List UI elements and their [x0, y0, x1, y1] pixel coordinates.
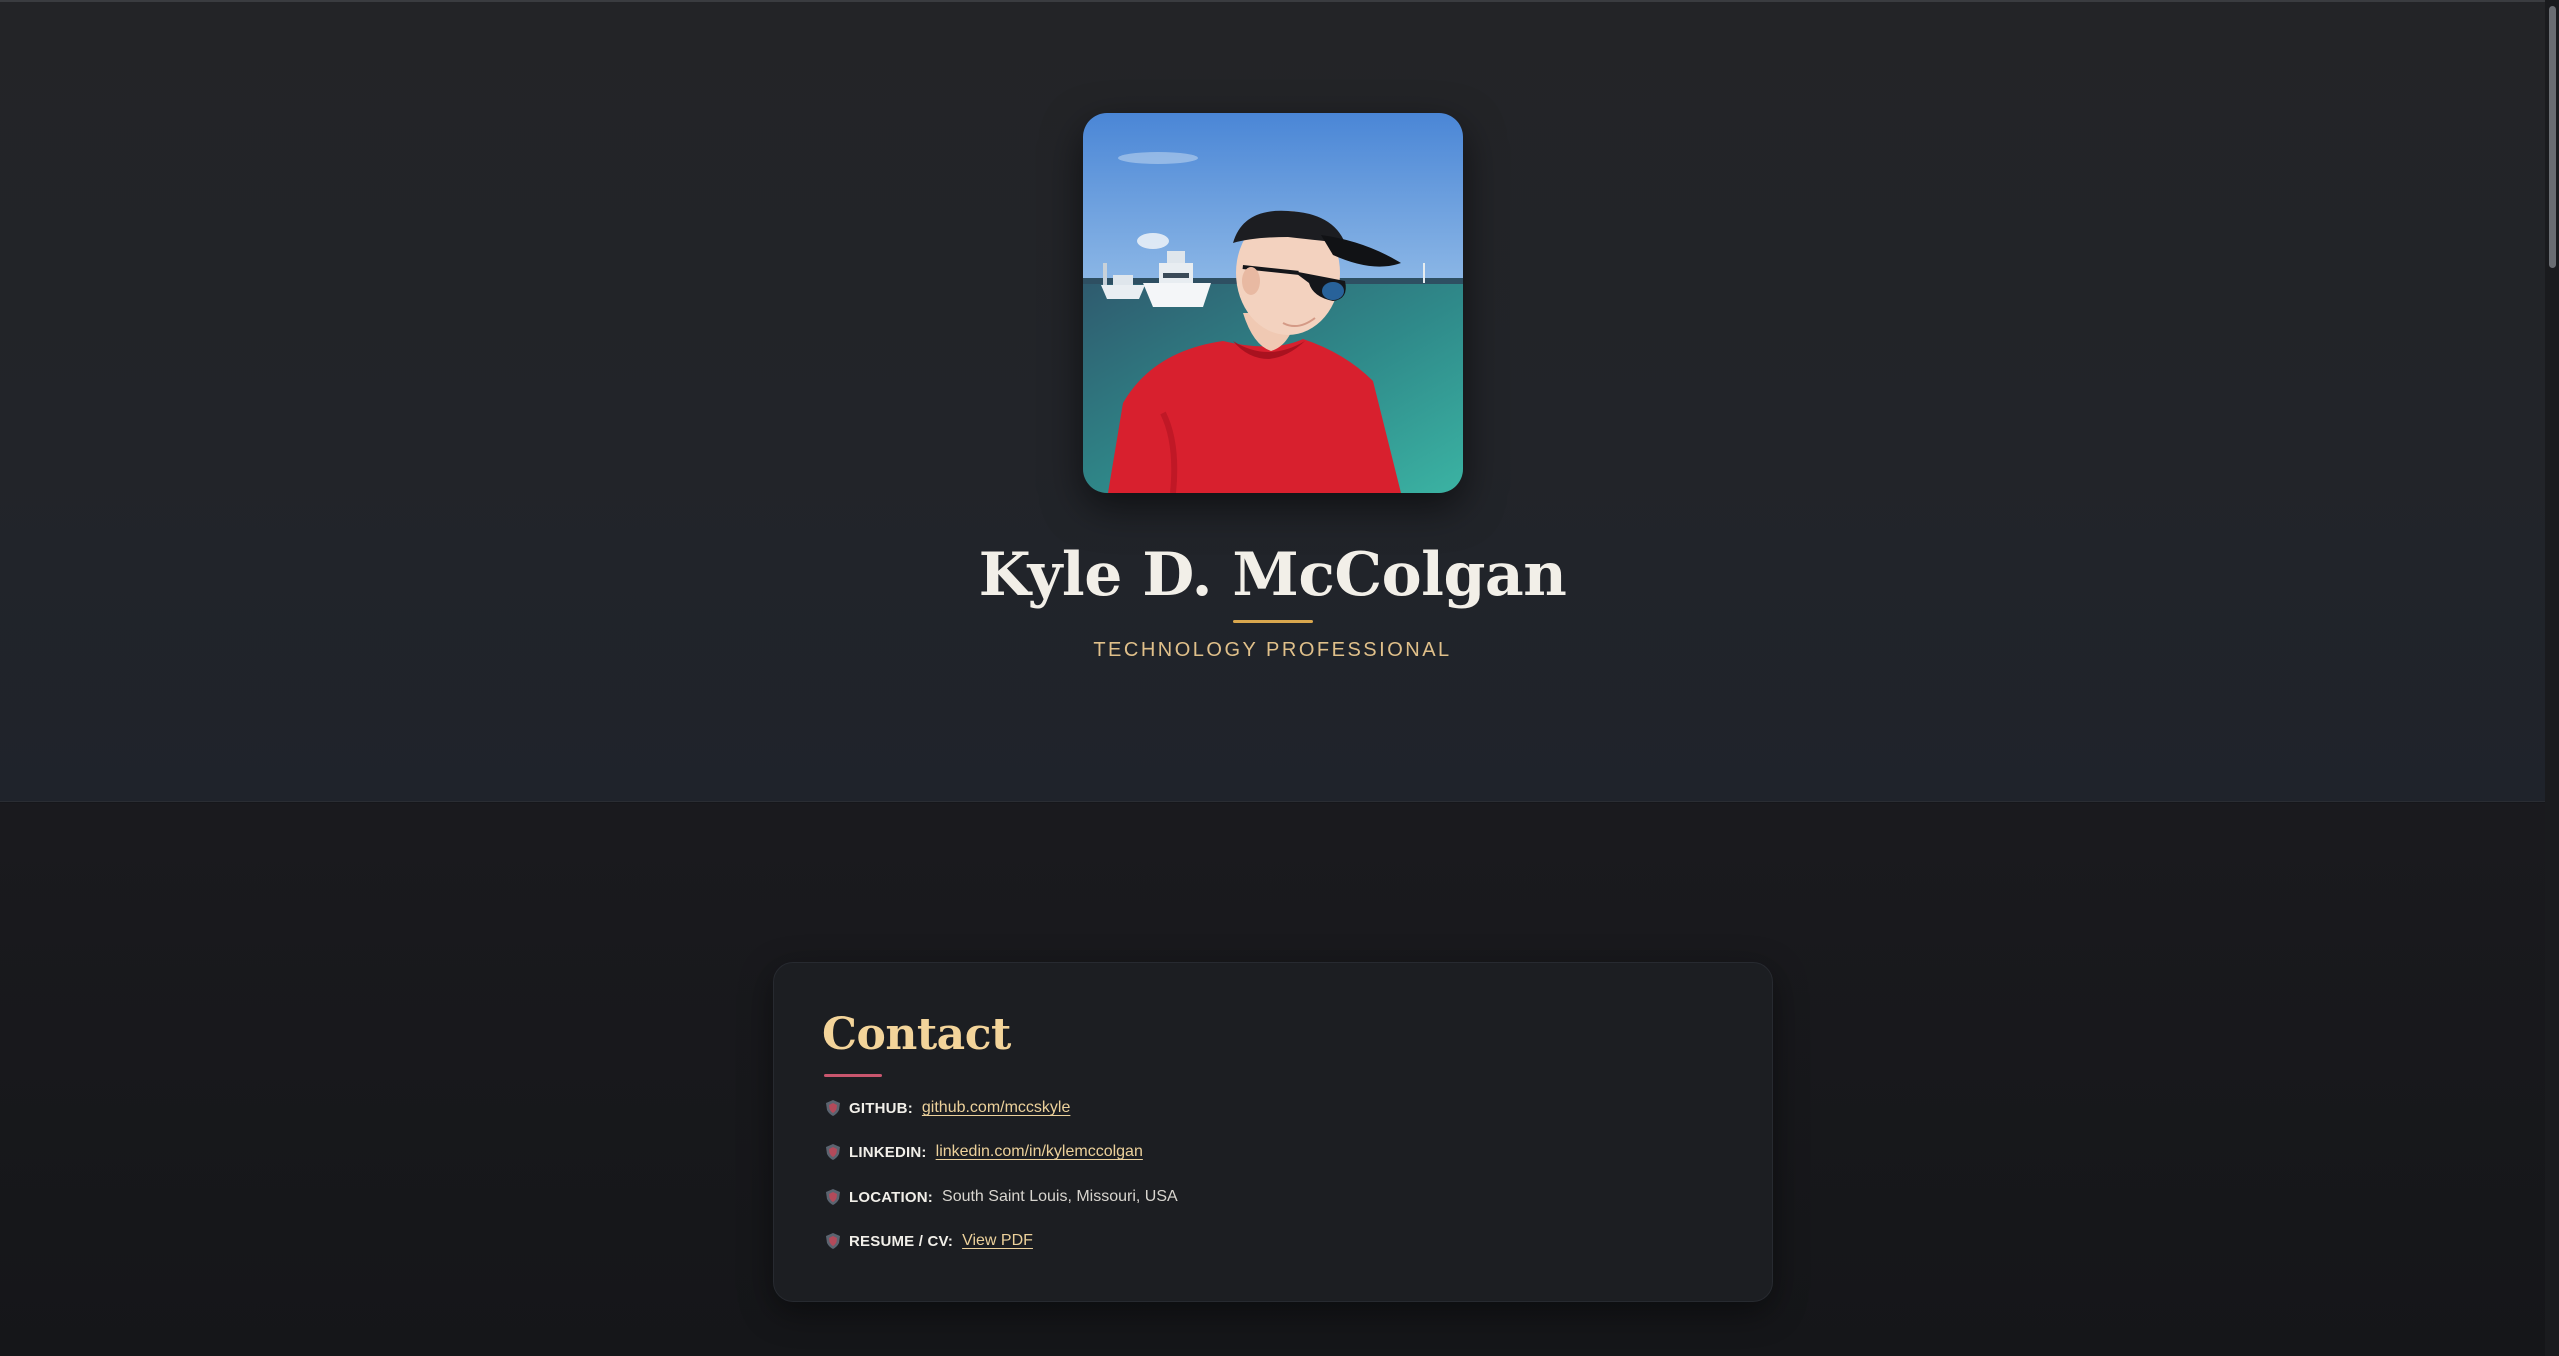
linkedin-link[interactable]: linkedin.com/in/kylemccolgan	[936, 1143, 1143, 1161]
badge-icon	[824, 1143, 842, 1161]
name-divider	[1233, 620, 1313, 623]
contact-label: LINKEDIN:	[849, 1143, 927, 1161]
profile-subtitle: TECHNOLOGY PROFESSIONAL	[1093, 639, 1452, 661]
github-link[interactable]: github.com/mccskyle	[922, 1099, 1071, 1117]
contact-row-github: GITHUB: github.com/mccskyle	[824, 1095, 1070, 1121]
badge-icon	[824, 1188, 842, 1206]
contact-title-underline	[824, 1074, 882, 1077]
profile-photo	[1083, 113, 1463, 493]
contact-title: Contact	[822, 1009, 1011, 1060]
location-value: South Saint Louis, Missouri, USA	[942, 1188, 1178, 1205]
badge-icon	[824, 1232, 842, 1250]
contact-card: Contact GITHUB: github.com/mccskyle LINK…	[773, 962, 1773, 1302]
scrollbar-thumb[interactable]	[2549, 6, 2556, 268]
contact-label: GITHUB:	[849, 1099, 913, 1117]
contact-row-location: LOCATION: South Saint Louis, Missouri, U…	[824, 1184, 1178, 1210]
page: Kyle D. McColgan TECHNOLOGY PROFESSIONAL…	[0, 0, 2559, 1356]
contact-label: LOCATION:	[849, 1188, 934, 1206]
hero-section: Kyle D. McColgan TECHNOLOGY PROFESSIONAL	[0, 2, 2545, 802]
contact-row-linkedin: LINKEDIN: linkedin.com/in/kylemccolgan	[824, 1139, 1143, 1165]
profile-name: Kyle D. McColgan	[978, 540, 1567, 610]
resume-link[interactable]: View PDF	[962, 1232, 1033, 1250]
contact-label: RESUME / CV:	[849, 1232, 954, 1250]
badge-icon	[824, 1099, 842, 1117]
contact-row-resume: RESUME / CV: View PDF	[824, 1228, 1033, 1254]
profile-photo-image	[1083, 113, 1463, 493]
